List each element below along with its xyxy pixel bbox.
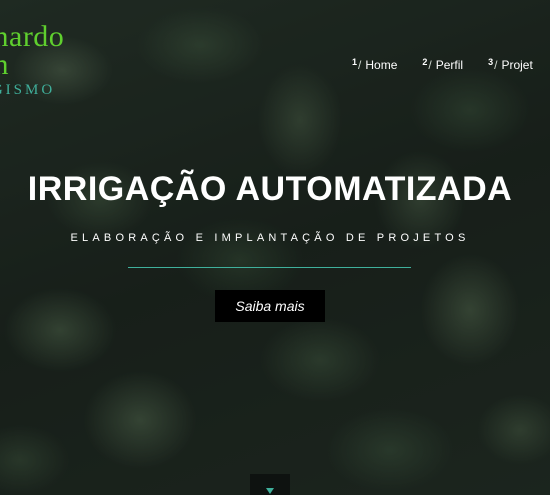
nav-item-projetos[interactable]: 3 / Projet — [488, 57, 533, 72]
chevron-down-icon — [266, 488, 274, 494]
nav-separator: / — [428, 58, 432, 72]
nav-label: Home — [365, 58, 398, 72]
nav-label: Projet — [501, 58, 533, 72]
saiba-mais-button[interactable]: Saiba mais — [215, 290, 325, 322]
logo-name-line1: onardo — [0, 20, 65, 53]
logo-name-line2: nn — [0, 48, 9, 81]
hero-subtitle: ELABORAÇÃO E IMPLANTAÇÃO DE PROJETOS — [70, 232, 470, 244]
nav-separator: / — [358, 58, 362, 72]
hero-title: IRRIGAÇÃO AUTOMATIZADA — [27, 170, 513, 208]
nav-separator: / — [494, 58, 498, 72]
nav-number: 2 — [422, 57, 428, 67]
main-nav: 1 / Home 2 / Perfil 3 / Projet — [352, 57, 550, 72]
nav-number: 1 — [352, 57, 358, 67]
nav-number: 3 — [488, 57, 494, 67]
hero-divider — [128, 267, 411, 268]
logo-tagline: AGISMO — [0, 82, 56, 98]
nav-item-home[interactable]: 1 / Home — [352, 57, 398, 72]
site-logo[interactable]: onardo nn AGISMO — [0, 22, 108, 98]
nav-item-perfil[interactable]: 2 / Perfil — [422, 57, 464, 72]
nav-label: Perfil — [435, 58, 464, 72]
scroll-down-button[interactable] — [250, 474, 290, 495]
